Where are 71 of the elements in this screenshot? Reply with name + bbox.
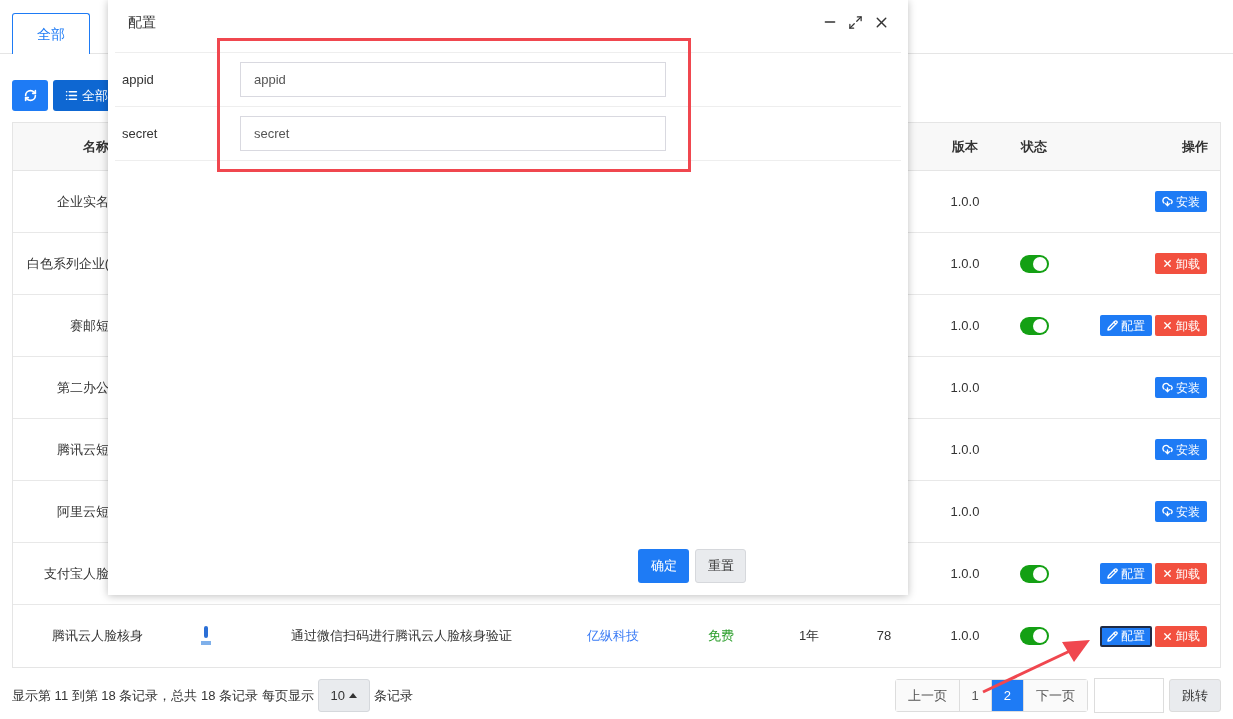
table-cell-text: 赛邮短 <box>70 316 109 335</box>
install-button[interactable]: 安装 <box>1155 501 1207 522</box>
table-cell-text: 第二办公 <box>57 378 109 397</box>
column-header: 版本 <box>952 137 978 156</box>
x-icon <box>1162 568 1173 579</box>
column-header: 名称 <box>83 137 109 156</box>
table-cell-text: 免费 <box>708 627 734 646</box>
page-button[interactable]: 上一页 <box>895 680 959 711</box>
reset-button[interactable]: 重置 <box>695 549 746 583</box>
column-header: 状态 <box>1021 137 1047 156</box>
maximize-icon[interactable] <box>848 14 863 30</box>
page-button[interactable]: 1 <box>958 680 991 711</box>
table-cell-text: 1.0.0 <box>950 440 980 459</box>
pencil-icon <box>1107 568 1118 579</box>
page-summary: 显示第 11 到第 18 条记录，总共 18 条记录 每页显示 <box>12 686 314 705</box>
table-cell-text: 企业实名 <box>57 192 109 211</box>
pencil-icon <box>1107 320 1118 331</box>
table-cell-text: 1.0.0 <box>950 254 980 273</box>
table-cell-text: 1年 <box>798 627 820 646</box>
refresh-icon <box>23 89 37 102</box>
table-cell-text: 通过微信扫码进行腾讯云人脸核身验证 <box>290 627 512 646</box>
list-icon <box>65 89 78 102</box>
table-cell-text: 腾讯云短 <box>57 440 109 459</box>
column-header: 操作 <box>1182 137 1208 156</box>
caret-up-icon <box>348 693 357 698</box>
tab[interactable]: 全部 <box>12 13 90 54</box>
table-cell-text: 1.0.0 <box>950 378 980 397</box>
cloud-download-icon <box>1162 506 1173 517</box>
page-size-suffix: 条记录 <box>373 686 413 705</box>
status-switch[interactable] <box>1019 564 1049 583</box>
field-label: secret <box>121 124 159 143</box>
x-icon <box>1162 258 1173 269</box>
jump-button[interactable]: 跳转 <box>1169 679 1221 712</box>
status-switch[interactable] <box>1019 316 1049 335</box>
confirm-button[interactable]: 确定 <box>638 549 689 583</box>
jump-page-field[interactable] <box>1094 678 1164 713</box>
dialog-title: 配置 <box>128 12 156 32</box>
refresh-button[interactable] <box>12 80 48 111</box>
table-cell-text: 阿里云短 <box>57 502 109 521</box>
table-cell-text: 78 <box>876 627 892 646</box>
config-button[interactable]: 配置 <box>1100 625 1152 647</box>
table-cell-text: 支付宝人脸 <box>44 564 109 583</box>
table-cell-text: 1.0.0 <box>950 564 980 583</box>
text-field[interactable]: secret <box>240 116 666 151</box>
pencil-icon <box>1107 630 1118 642</box>
install-button[interactable]: 安装 <box>1155 439 1207 460</box>
install-button[interactable]: 安装 <box>1155 377 1207 398</box>
plugin-logo-icon <box>200 625 212 647</box>
cloud-download-icon <box>1162 382 1173 393</box>
table-cell-text: 1.0.0 <box>950 316 980 335</box>
cloud-download-icon <box>1162 444 1173 455</box>
uninstall-button[interactable]: 卸载 <box>1155 315 1207 336</box>
x-icon <box>1162 320 1173 331</box>
table-cell-text: 1.0.0 <box>950 192 980 211</box>
table-cell-text: 腾讯云人脸核身 <box>51 627 143 646</box>
uninstall-button[interactable]: 卸载 <box>1155 563 1207 584</box>
status-switch[interactable] <box>1019 627 1049 645</box>
table-cell-text: 1.0.0 <box>950 502 980 521</box>
install-button[interactable]: 安装 <box>1155 191 1207 212</box>
x-icon <box>1162 630 1173 642</box>
text-field[interactable]: appid <box>240 62 666 97</box>
page-size-select[interactable]: 10 <box>317 679 370 712</box>
uninstall-button[interactable]: 卸载 <box>1155 625 1207 647</box>
author-link[interactable]: 亿纵科技 <box>587 626 639 646</box>
config-button[interactable]: 配置 <box>1100 315 1152 336</box>
table-cell-text: 1.0.0 <box>950 627 980 646</box>
config-button[interactable]: 配置 <box>1100 563 1152 584</box>
cloud-download-icon <box>1162 196 1173 207</box>
uninstall-button[interactable]: 卸载 <box>1155 253 1207 274</box>
status-switch[interactable] <box>1019 254 1049 273</box>
page-button[interactable]: 下一页 <box>1023 680 1087 711</box>
